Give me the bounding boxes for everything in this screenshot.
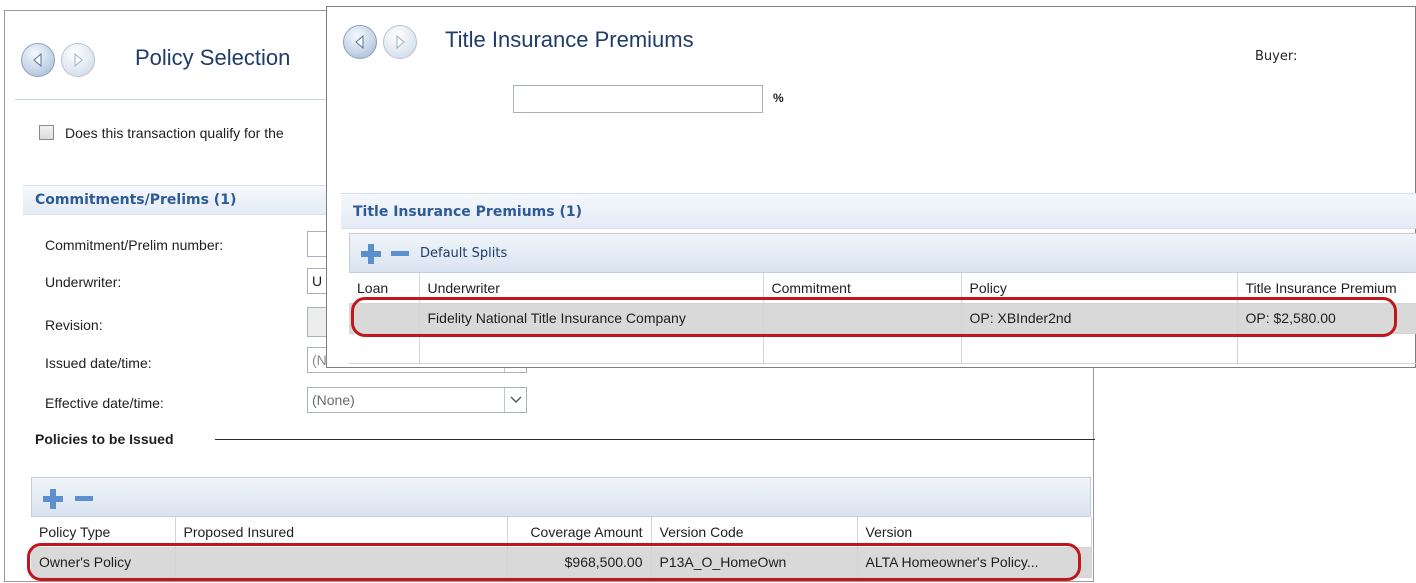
minus-icon[interactable] xyxy=(390,243,410,265)
policies-toolbar xyxy=(31,477,1091,517)
back-button[interactable] xyxy=(21,43,55,77)
arrow-right-icon xyxy=(74,52,83,68)
buyer-label: Buyer: xyxy=(1255,49,1298,64)
arrow-right-icon xyxy=(396,34,405,50)
chevron-down-icon xyxy=(510,396,522,403)
page-title: Title Insurance Premiums xyxy=(445,27,694,52)
effective-datetime-picker[interactable]: (None) xyxy=(307,387,527,413)
title-premiums-window: Title Insurance Premiums Buyer: % Title … xyxy=(326,6,1416,368)
commitments-section-title: Commitments/Prelims (1) xyxy=(35,192,237,208)
policy-row-highlight xyxy=(27,543,1081,581)
revision-label: Revision: xyxy=(45,317,103,333)
premiums-toolbar: Default Splits xyxy=(349,233,1416,273)
plus-icon[interactable] xyxy=(360,243,382,265)
arrow-left-icon xyxy=(33,52,42,68)
forward-button[interactable] xyxy=(61,43,95,77)
effective-label: Effective date/time: xyxy=(45,395,164,411)
back-button[interactable] xyxy=(343,25,377,59)
premiums-section-title: Title Insurance Premiums (1) xyxy=(353,204,583,220)
minus-icon[interactable] xyxy=(74,488,94,510)
premiums-section-header: Title Insurance Premiums (1) xyxy=(341,193,1416,229)
forward-button[interactable] xyxy=(383,25,417,59)
underwriter-label: Underwriter: xyxy=(45,274,122,290)
policies-to-be-issued-label: Policies to be Issued xyxy=(35,431,174,447)
issued-label: Issued date/time: xyxy=(45,355,152,371)
underwriter-value: U xyxy=(312,273,323,289)
default-splits-button[interactable]: Default Splits xyxy=(420,246,507,261)
arrow-left-icon xyxy=(355,34,364,50)
percent-symbol: % xyxy=(773,91,784,105)
effective-value: (None) xyxy=(312,392,355,408)
premium-row-highlight xyxy=(351,297,1397,337)
effective-dropdown-arrow[interactable] xyxy=(504,388,526,412)
commitment-number-label: Commitment/Prelim number: xyxy=(45,237,224,253)
page-title: Policy Selection xyxy=(135,45,291,70)
issued-value: (N xyxy=(312,352,327,368)
qualify-label: Does this transaction qualify for the xyxy=(65,125,284,141)
qualify-checkbox[interactable] xyxy=(39,125,54,140)
plus-icon[interactable] xyxy=(42,488,64,510)
policies-divider xyxy=(215,439,1095,440)
percent-input[interactable] xyxy=(513,85,763,113)
table-row-empty xyxy=(349,333,1416,364)
